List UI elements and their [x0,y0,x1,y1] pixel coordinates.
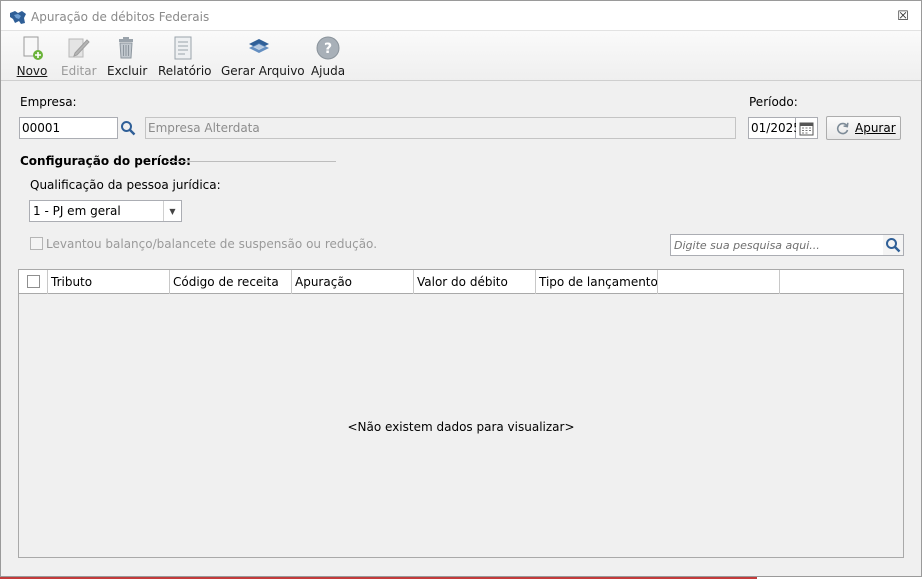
refresh-icon [836,122,849,134]
empresa-search-button[interactable] [117,117,139,139]
generate-file-button[interactable]: Gerar Arquivo [221,35,305,79]
levantou-checkbox[interactable] [30,237,43,250]
empresa-label: Empresa: [20,95,77,109]
app-logo-icon [10,11,26,24]
qualificacao-label: Qualificação da pessoa jurídica: [30,178,221,192]
edit-icon [68,38,90,58]
main-window: Apuração de débitos Federais ☒ Novo Edit… [0,0,922,577]
column-header-apuracao[interactable]: Apuração [292,270,414,294]
calendar-icon [799,122,814,135]
periodo-input[interactable]: 01/2025 [748,117,801,139]
column-header-valor-debito[interactable]: Valor do débito [414,270,536,294]
generate-file-icon [249,39,269,53]
levantou-label: Levantou balanço/balancete de suspensão … [46,237,378,251]
close-button[interactable]: ☒ [896,10,910,24]
apurar-button-label: Apurar [855,121,896,135]
select-all-column [19,270,48,294]
debitos-grid: Tributo Código de receita Apuração Valor… [18,269,904,558]
edit-button-label: Editar [61,64,97,78]
section-divider [167,161,336,162]
column-header-extra-1[interactable] [658,270,780,294]
toolbar: Novo Editar Excluir Relatório Gerar Arqu… [1,31,921,81]
title-bar: Apuração de débitos Federais ☒ [1,1,921,31]
select-all-checkbox[interactable] [27,275,40,288]
periodo-label: Período: [749,95,798,109]
delete-button[interactable]: Excluir [107,35,148,79]
trash-icon [119,37,133,59]
grid-empty-message: <Não existem dados para visualizar> [347,420,575,434]
column-header-tributo[interactable]: Tributo [48,270,170,294]
edit-button[interactable]: Editar [61,35,97,79]
help-button[interactable]: ? Ajuda [310,35,346,79]
search-icon [121,121,136,136]
new-button-label: Novo [16,64,48,78]
empresa-code-input[interactable]: 00001 [19,117,118,139]
apurar-button[interactable]: Apurar [826,116,901,140]
empresa-name-field: Empresa Alterdata [145,117,736,139]
config-section-title: Configuração do período: [20,154,191,168]
grid-search-input[interactable]: Digite sua pesquisa aqui... [670,234,884,256]
report-icon [174,36,192,60]
qualificacao-select[interactable]: 1 - PJ em geral ▼ [29,200,182,222]
grid-search-button[interactable] [883,234,904,256]
column-header-extra-2[interactable] [780,270,903,294]
report-button-label: Relatório [158,64,212,78]
new-button[interactable]: Novo [16,35,48,79]
new-document-icon [23,36,43,60]
help-button-label: Ajuda [310,64,346,78]
help-icon: ? [316,36,340,60]
window-title: Apuração de débitos Federais [31,10,210,24]
search-icon [886,238,901,253]
column-header-tipo-lancamento[interactable]: Tipo de lançamento [536,270,658,294]
generate-file-button-label: Gerar Arquivo [221,64,305,78]
chevron-down-icon[interactable]: ▼ [163,201,181,221]
column-header-codigo-receita[interactable]: Código de receita [170,270,292,294]
report-button[interactable]: Relatório [158,35,212,79]
delete-button-label: Excluir [107,64,148,78]
calendar-button[interactable] [796,117,818,139]
qualificacao-value: 1 - PJ em geral [33,204,121,218]
svg-text:?: ? [324,41,332,57]
grid-header: Tributo Código de receita Apuração Valor… [19,270,903,294]
